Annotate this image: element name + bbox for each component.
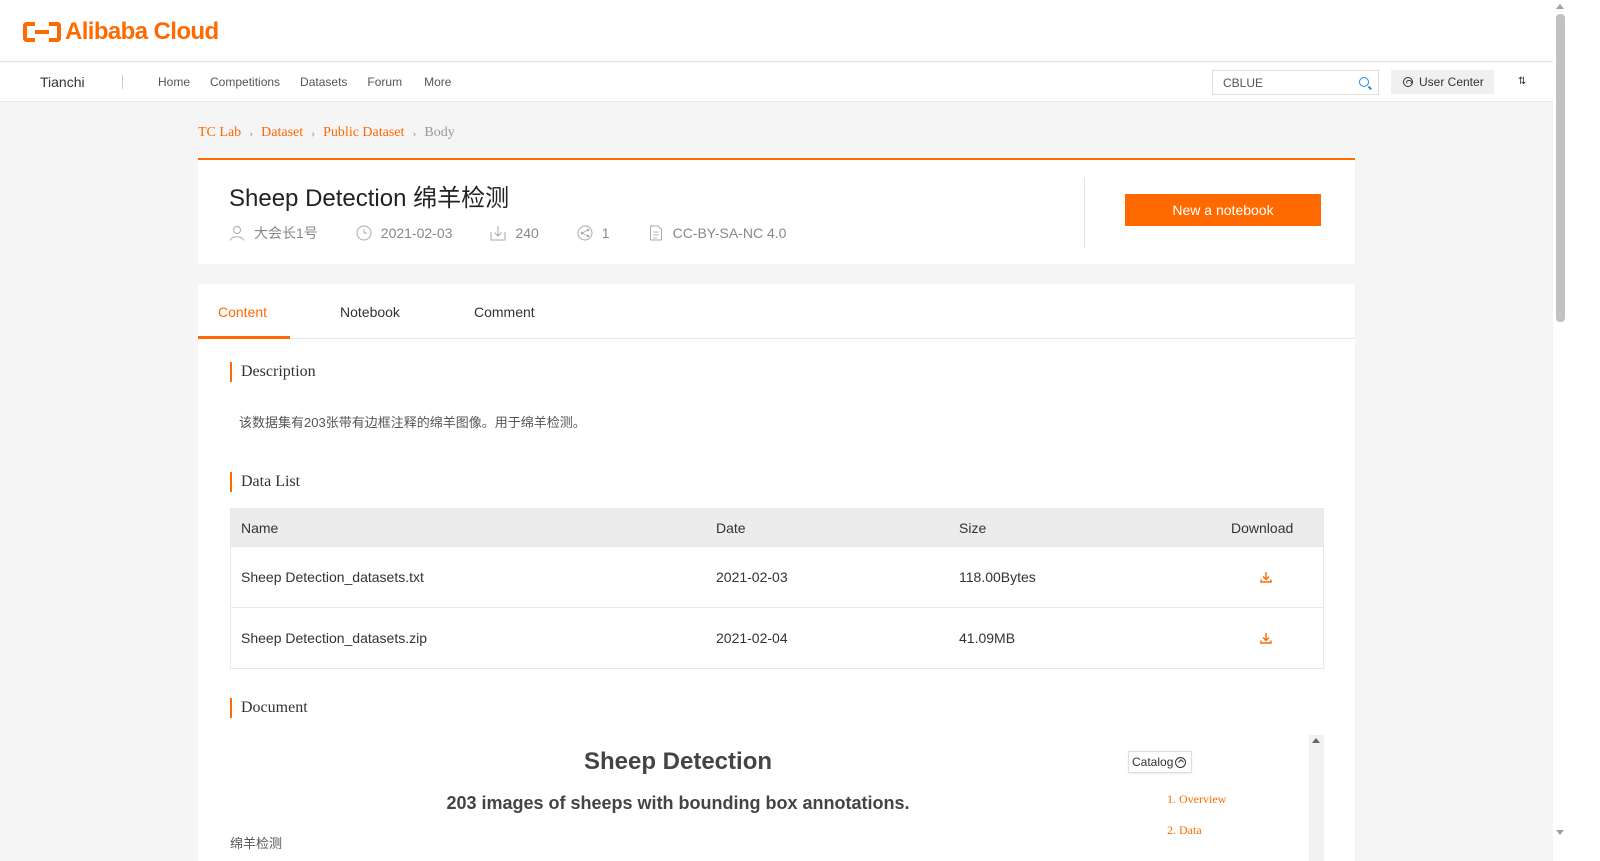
document-viewer: Sheep Detection 203 images of sheeps wit… <box>230 735 1324 861</box>
new-notebook-button[interactable]: New a notebook <box>1125 194 1321 226</box>
file-size: 41.09MB <box>959 630 1016 646</box>
share-count: 1 <box>601 225 610 241</box>
nav-link-more[interactable]: More <box>424 75 451 89</box>
document-cn-text: 绵羊检测 <box>230 836 283 851</box>
nav-link-competitions[interactable]: Competitions <box>210 75 280 89</box>
column-header-download: Download <box>1231 519 1294 536</box>
nav-divider <box>122 75 123 89</box>
download-count-icon <box>490 226 506 241</box>
page-scrollbar[interactable] <box>1553 0 1568 861</box>
breadcrumb-dataset[interactable]: Dataset <box>261 125 303 142</box>
file-name: Sheep Detection_datasets.txt <box>241 569 424 585</box>
right-margin <box>1568 0 1600 861</box>
catalog-label: Catalog <box>1132 755 1174 769</box>
document-icon <box>649 225 662 241</box>
alibaba-cloud-logo-mark <box>23 20 61 44</box>
chevron-up-circle-icon <box>1175 756 1187 768</box>
switch-icon[interactable]: ⇅ <box>1518 77 1529 87</box>
search-input[interactable] <box>1213 71 1343 94</box>
top-logo-bar: Alibaba Cloud <box>0 0 1553 62</box>
user-icon <box>1403 77 1413 87</box>
nav-link-datasets[interactable]: Datasets <box>300 75 347 89</box>
catalog-toggle-button[interactable]: Catalog <box>1128 751 1192 773</box>
chevron-right-icon: › <box>311 126 316 140</box>
data-list-heading: Data List <box>230 472 300 492</box>
alibaba-cloud-logo[interactable]: Alibaba Cloud <box>23 18 219 46</box>
scroll-up-arrow-icon[interactable] <box>1556 4 1564 9</box>
toc-item-data[interactable]: 2. Data <box>1167 823 1202 838</box>
description-heading: Description <box>230 362 316 382</box>
publish-date: 2021-02-03 <box>380 225 453 241</box>
user-icon <box>230 226 244 241</box>
table-row: Sheep Detection_datasets.txt 2021-02-03 … <box>231 546 1323 607</box>
meta-date: 2021-02-03 <box>356 225 453 241</box>
meta-author: 大会长1号 <box>229 223 318 243</box>
tab-bar: Content Notebook Comment <box>198 284 1355 339</box>
scrollbar-thumb[interactable] <box>1556 14 1565 322</box>
description-text: 该数据集有203张带有边框注释的绵羊图像。用于绵羊检测。 <box>239 415 586 430</box>
meta-license: CC-BY-SA-NC 4.0 <box>648 225 787 241</box>
content-card: Content Notebook Comment Description 该数据… <box>198 284 1355 861</box>
download-count: 240 <box>515 225 539 241</box>
nav-link-home[interactable]: Home <box>158 75 190 89</box>
document-heading: Document <box>230 698 308 718</box>
user-center-button[interactable]: User Center <box>1391 70 1494 94</box>
share-icon <box>577 225 593 241</box>
chevron-right-icon: › <box>249 126 254 140</box>
nav-link-forum[interactable]: Forum <box>367 75 402 89</box>
search-icon[interactable] <box>1359 77 1369 87</box>
breadcrumb-body: Body <box>424 125 455 140</box>
search-box <box>1212 70 1379 95</box>
nav-links: Home Competitions Datasets Forum More <box>158 75 471 89</box>
header-divider <box>1084 178 1085 248</box>
scroll-up-arrow-icon[interactable] <box>1312 738 1320 743</box>
chevron-right-icon: › <box>412 126 417 140</box>
section-accent-bar <box>230 362 232 382</box>
license-text: CC-BY-SA-NC 4.0 <box>672 225 787 241</box>
document-scrollbar[interactable] <box>1309 735 1324 861</box>
user-center-label: User Center <box>1419 75 1484 89</box>
description-heading-text: Description <box>241 363 316 380</box>
document-subtitle: 203 images of sheeps with bounding box a… <box>446 793 910 813</box>
data-list-table: Name Date Size Download Sheep Detection_… <box>230 508 1324 669</box>
file-name: Sheep Detection_datasets.zip <box>241 630 428 646</box>
scroll-down-arrow-icon[interactable] <box>1556 830 1564 835</box>
dataset-title: Sheep Detection 绵羊检测 <box>229 185 510 212</box>
column-header-date: Date <box>716 519 746 536</box>
breadcrumb-public-dataset[interactable]: Public Dataset <box>323 125 404 142</box>
logo-text: Alibaba Cloud <box>65 18 219 45</box>
column-header-size: Size <box>959 519 987 536</box>
dataset-header-card: Sheep Detection 绵羊检测 大会长1号 2021-02-03 24… <box>198 158 1355 264</box>
meta-downloads: 240 <box>490 225 539 241</box>
nav-brand-tianchi[interactable]: Tianchi <box>40 74 85 90</box>
tab-notebook[interactable]: Notebook <box>340 304 400 320</box>
tab-comment[interactable]: Comment <box>474 304 535 320</box>
download-icon[interactable] <box>1260 571 1272 583</box>
tab-content[interactable]: Content <box>218 304 267 320</box>
author-name[interactable]: 大会长1号 <box>254 223 318 243</box>
breadcrumb-tc-lab[interactable]: TC Lab <box>198 125 241 142</box>
active-tab-indicator <box>198 336 290 339</box>
file-date: 2021-02-04 <box>716 630 788 646</box>
meta-shares: 1 <box>577 225 610 241</box>
dataset-meta: 大会长1号 2021-02-03 240 1 CC-BY-SA-NC 4.0 <box>229 223 824 243</box>
document-title: Sheep Detection <box>583 748 773 775</box>
breadcrumb: TC Lab › Dataset › Public Dataset › Body <box>198 125 455 142</box>
table-row: Sheep Detection_datasets.zip 2021-02-04 … <box>231 607 1323 668</box>
column-header-name: Name <box>241 519 279 536</box>
download-icon[interactable] <box>1260 632 1272 644</box>
data-list-heading-text: Data List <box>241 473 301 490</box>
file-size: 118.00Bytes <box>959 569 1036 585</box>
toc-item-overview[interactable]: 1. Overview <box>1167 792 1226 807</box>
section-accent-bar <box>230 472 232 492</box>
clock-icon <box>356 225 372 241</box>
document-heading-text: Document <box>241 699 308 716</box>
main-nav-bar: Tianchi Home Competitions Datasets Forum… <box>0 63 1553 102</box>
file-date: 2021-02-03 <box>716 569 788 585</box>
section-accent-bar <box>230 698 232 718</box>
table-header-row: Name Date Size Download <box>231 509 1323 546</box>
